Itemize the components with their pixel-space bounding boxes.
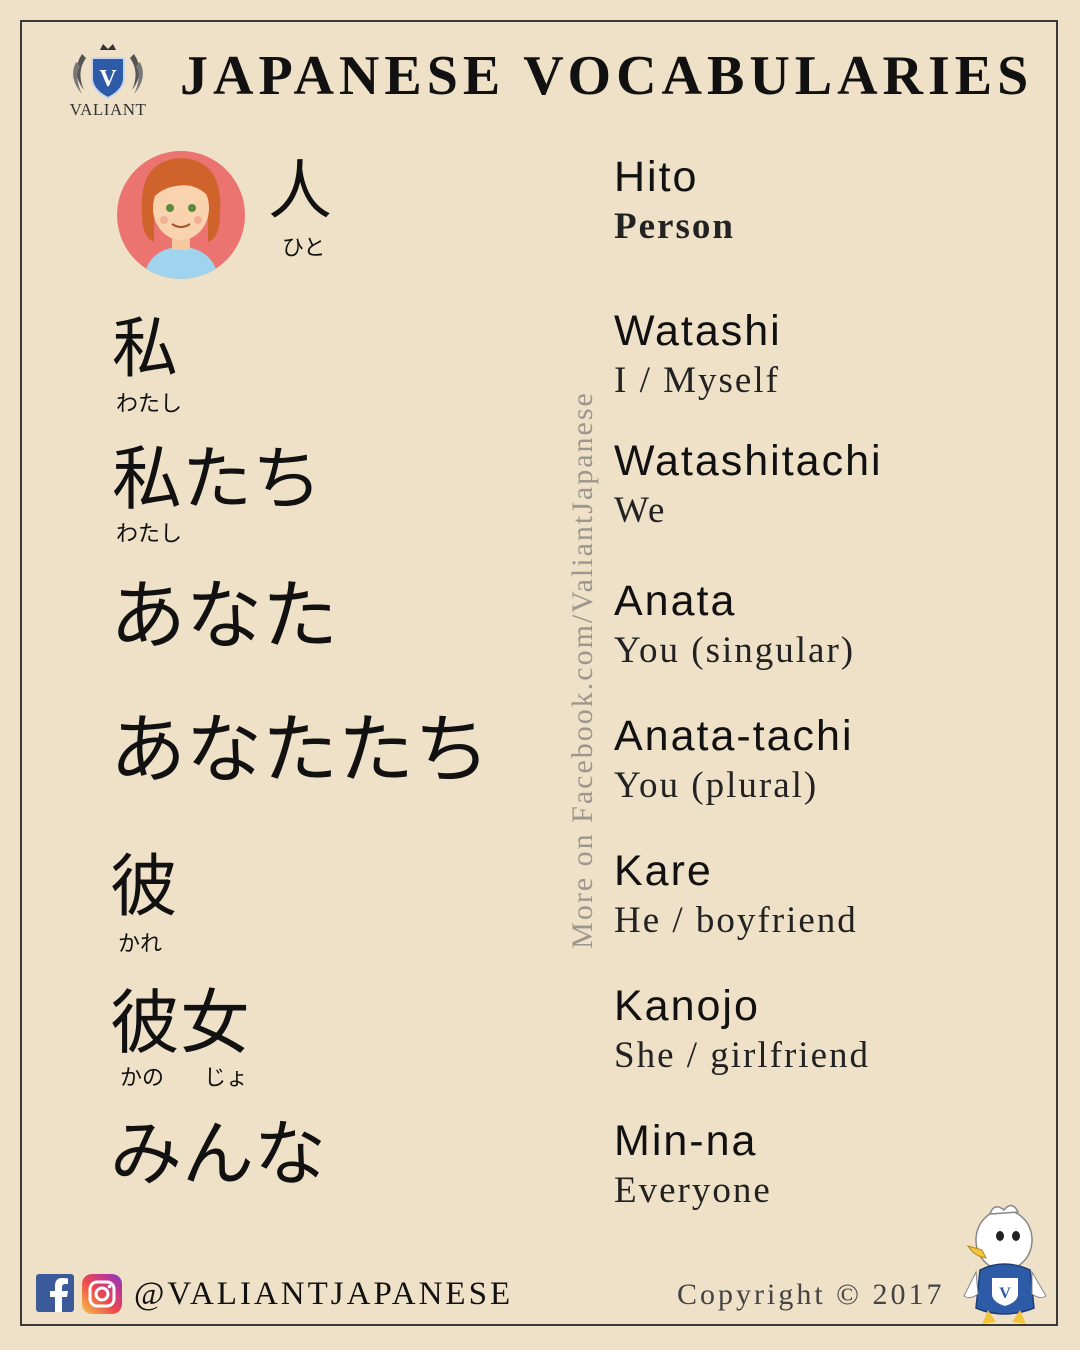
kana-anata: あなた: [110, 571, 338, 660]
meaning-kare: He / boyfriend: [614, 900, 858, 941]
logo-text: VALIANT: [69, 100, 147, 119]
kanji-hito: 人: [268, 155, 332, 229]
valiant-logo: V VALIANT: [62, 44, 154, 124]
romaji-kanojo: Kanojo: [614, 982, 760, 1030]
facebook-link-text: More on Facebook.com/ValiantJapanese: [566, 391, 599, 949]
furigana-watashi: わたし: [116, 392, 183, 417]
kanji-kanojo: 彼女: [110, 982, 250, 1064]
person-avatar-icon: [116, 142, 246, 280]
meaning-anata: You (singular): [614, 630, 856, 671]
romaji-watashitachi: Watashitachi: [614, 437, 883, 485]
kanji-watashitachi: 私たち: [112, 438, 322, 520]
furigana-kanojo-1: かの: [120, 1066, 165, 1091]
page-title: JAPANESE VOCABULARIES: [180, 45, 1034, 107]
romaji-anata: Anata: [614, 577, 737, 625]
romaji-minna: Min-na: [614, 1117, 758, 1165]
meaning-minna: Everyone: [614, 1170, 772, 1211]
svg-text:V: V: [999, 1285, 1011, 1302]
meaning-anatatachi: You (plural): [614, 765, 819, 806]
eagle-mascot-icon: V: [960, 1200, 1050, 1330]
furigana-watashitachi: わたし: [116, 522, 183, 547]
kanji-kare: 彼: [110, 848, 179, 927]
romaji-watashi: Watashi: [614, 307, 782, 355]
meaning-kanojo: She / girlfriend: [614, 1035, 871, 1076]
furigana-hito: ひと: [282, 236, 326, 261]
romaji-kare: Kare: [614, 847, 713, 895]
copyright-text: Copyright © 2017: [677, 1278, 945, 1311]
kana-anatatachi: あなたたち: [110, 705, 490, 794]
svg-text:V: V: [99, 66, 117, 92]
valiant-crest-icon: V: [73, 44, 143, 100]
instagram-icon[interactable]: [82, 1274, 122, 1314]
kanji-watashi: 私: [112, 310, 178, 387]
romaji-anatatachi: Anata-tachi: [614, 712, 854, 760]
social-handle: @VALIANTJAPANESE: [134, 1276, 514, 1312]
facebook-icon[interactable]: [36, 1274, 74, 1312]
furigana-kare: かれ: [118, 932, 163, 957]
romaji-hito: Hito: [614, 153, 699, 201]
meaning-hito: Person: [614, 206, 735, 247]
kana-minna: みんな: [110, 1112, 327, 1196]
meaning-watashitachi: We: [614, 490, 667, 531]
furigana-kanojo-2: じょ: [204, 1066, 249, 1091]
meaning-watashi: I / Myself: [614, 360, 780, 401]
